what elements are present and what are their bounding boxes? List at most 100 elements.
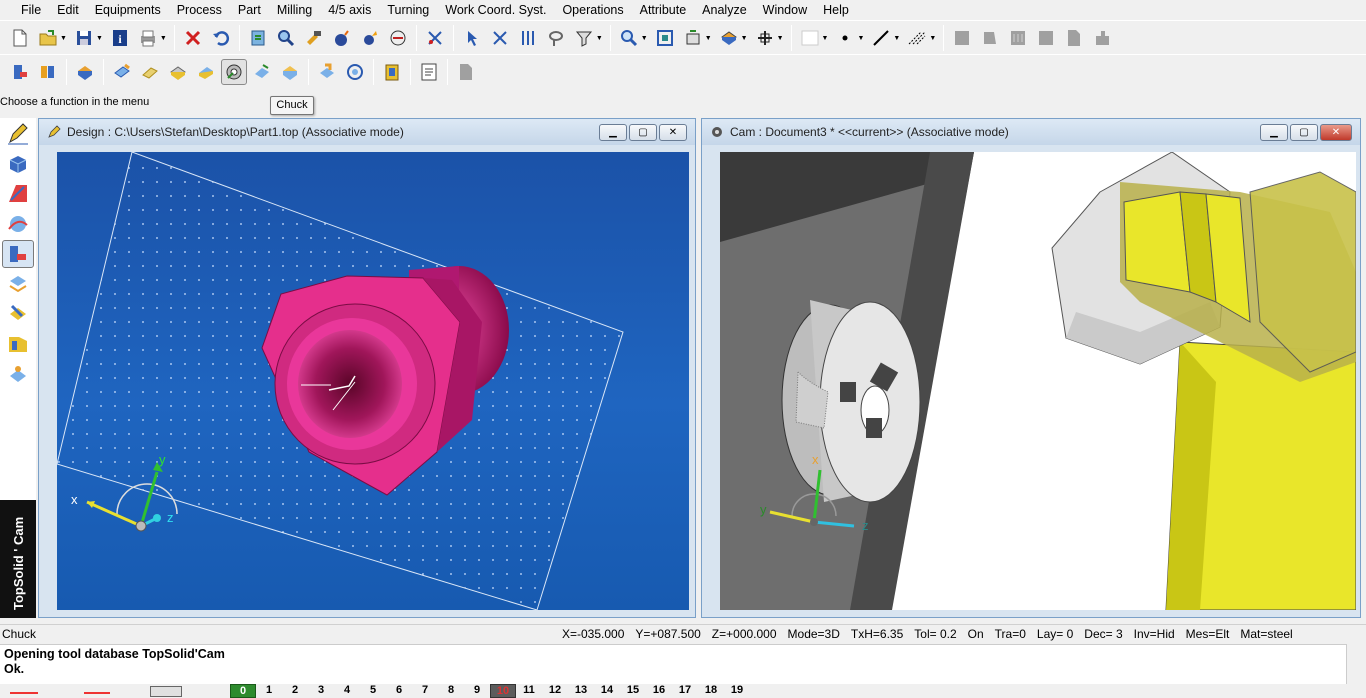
menu-work-coord-syst[interactable]: Work Coord. Syst. — [437, 0, 554, 20]
minimize-button[interactable]: ▁ — [1260, 124, 1288, 141]
save-dropdown-icon[interactable]: ▼ — [96, 35, 103, 42]
status-field[interactable]: On — [968, 627, 984, 641]
machine-icon[interactable] — [7, 59, 33, 85]
layer-tab[interactable]: 12 — [542, 684, 568, 698]
print-icon[interactable] — [135, 25, 161, 51]
menu-part[interactable]: Part — [230, 0, 269, 20]
menu-file[interactable]: File — [13, 0, 49, 20]
pointer-select-icon[interactable] — [459, 25, 485, 51]
cancel-icon[interactable] — [180, 25, 206, 51]
plane-dropdown-icon[interactable]: ▼ — [777, 35, 784, 42]
line-style-box[interactable] — [150, 686, 182, 697]
render-mode-icon[interactable] — [716, 25, 742, 51]
filter-icon[interactable] — [571, 25, 597, 51]
status-field[interactable]: Mode=3D — [788, 627, 840, 641]
line-style-dash[interactable] — [10, 692, 38, 694]
menu-attribute[interactable]: Attribute — [632, 0, 695, 20]
clamp-icon[interactable] — [165, 59, 191, 85]
bars-icon[interactable] — [515, 25, 541, 51]
plane-icon[interactable] — [752, 25, 778, 51]
fire-tool-icon[interactable] — [357, 25, 383, 51]
nc-document-icon[interactable] — [416, 59, 442, 85]
layer-tab[interactable]: 18 — [698, 684, 724, 698]
save-icon[interactable] — [71, 25, 97, 51]
status-field[interactable]: Tra=0 — [995, 627, 1026, 641]
assembly-icon[interactable] — [2, 270, 34, 298]
point-dropdown-icon[interactable]: ▼ — [857, 35, 864, 42]
filter-dropdown-icon[interactable]: ▼ — [596, 35, 603, 42]
refresh-icon[interactable] — [245, 25, 271, 51]
layer-tab[interactable]: 4 — [334, 684, 360, 698]
menu-edit[interactable]: Edit — [49, 0, 87, 20]
open-folder-icon[interactable] — [35, 25, 61, 51]
line-style-solid[interactable] — [84, 692, 110, 694]
layer-tab[interactable]: 15 — [620, 684, 646, 698]
layer-tab[interactable]: 1 — [256, 684, 282, 698]
status-field[interactable]: Y=+087.500 — [635, 627, 700, 641]
layer-tab[interactable]: 7 — [412, 684, 438, 698]
fixture-icon[interactable] — [137, 59, 163, 85]
stock-icon[interactable] — [72, 59, 98, 85]
open-dropdown-icon[interactable]: ▼ — [60, 35, 67, 42]
target-icon[interactable] — [342, 59, 368, 85]
line-dropdown-icon[interactable]: ▼ — [893, 35, 900, 42]
layer-tab[interactable]: 8 — [438, 684, 464, 698]
status-field[interactable]: Tol= 0.2 — [914, 627, 956, 641]
maximize-button[interactable]: ▢ — [629, 124, 657, 141]
tool-library-icon[interactable] — [379, 59, 405, 85]
menu-window[interactable]: Window — [755, 0, 815, 20]
layer-tab[interactable]: 17 — [672, 684, 698, 698]
menu-turning[interactable]: Turning — [379, 0, 437, 20]
zoom-extents-icon[interactable] — [652, 25, 678, 51]
status-field[interactable]: X=-035.000 — [562, 627, 624, 641]
curve-analysis-icon[interactable] — [2, 210, 34, 238]
layer-tab[interactable]: 13 — [568, 684, 594, 698]
layer-tab[interactable]: 10 — [490, 683, 516, 698]
gauge-icon[interactable] — [385, 25, 411, 51]
bomb-icon[interactable] — [329, 25, 355, 51]
undo-icon[interactable] — [208, 25, 234, 51]
menu-equipments[interactable]: Equipments — [87, 0, 169, 20]
component-icon[interactable] — [2, 300, 34, 328]
status-field[interactable]: TxH=6.35 — [851, 627, 903, 641]
layer-tab[interactable]: 6 — [386, 684, 412, 698]
menu-milling[interactable]: Milling — [269, 0, 320, 20]
layer-tab[interactable]: 16 — [646, 684, 672, 698]
design-viewport[interactable]: x y z — [57, 152, 689, 610]
tailstock-icon[interactable] — [249, 59, 275, 85]
zoom-dropdown-icon[interactable]: ▼ — [641, 35, 648, 42]
operation-icon[interactable] — [314, 59, 340, 85]
lasso-icon[interactable] — [543, 25, 569, 51]
status-field[interactable]: Mat=steel — [1240, 627, 1292, 641]
minimize-button[interactable]: ▁ — [599, 124, 627, 141]
console-scrollbar[interactable] — [1346, 644, 1366, 684]
search-part-icon[interactable] — [273, 25, 299, 51]
layer-tab[interactable]: 14 — [594, 684, 620, 698]
part-define-icon[interactable] — [109, 59, 135, 85]
info-icon[interactable]: i — [107, 25, 133, 51]
hammer-icon[interactable] — [301, 25, 327, 51]
close-button[interactable]: ✕ — [659, 124, 687, 141]
status-field[interactable]: Z=+000.000 — [712, 627, 777, 641]
zoom-icon[interactable] — [616, 25, 642, 51]
document-folder-icon[interactable] — [2, 330, 34, 358]
status-field[interactable]: Lay= 0 — [1037, 627, 1073, 641]
solid-cube-icon[interactable] — [2, 150, 34, 178]
new-file-icon[interactable] — [7, 25, 33, 51]
menu-process[interactable]: Process — [169, 0, 230, 20]
chuck-icon[interactable] — [221, 59, 247, 85]
layer-tab[interactable]: 0 — [230, 683, 256, 698]
view-orientation-icon[interactable] — [680, 25, 706, 51]
status-field[interactable]: Dec= 3 — [1084, 627, 1122, 641]
vise-icon[interactable] — [193, 59, 219, 85]
layer-tab[interactable]: 2 — [282, 684, 308, 698]
tool-holder-icon[interactable] — [35, 59, 61, 85]
layer-tab[interactable]: 3 — [308, 684, 334, 698]
layer-tab[interactable]: 11 — [516, 684, 542, 698]
trim-icon[interactable] — [422, 25, 448, 51]
design-window[interactable]: Design : C:\Users\Stefan\Desktop\Part1.t… — [38, 118, 696, 618]
cam-window[interactable]: Cam : Document3 * <<current>> (Associati… — [701, 118, 1361, 618]
cam-mode-icon[interactable] — [2, 240, 34, 268]
status-field[interactable]: Mes=Elt — [1186, 627, 1230, 641]
maximize-button[interactable]: ▢ — [1290, 124, 1318, 141]
